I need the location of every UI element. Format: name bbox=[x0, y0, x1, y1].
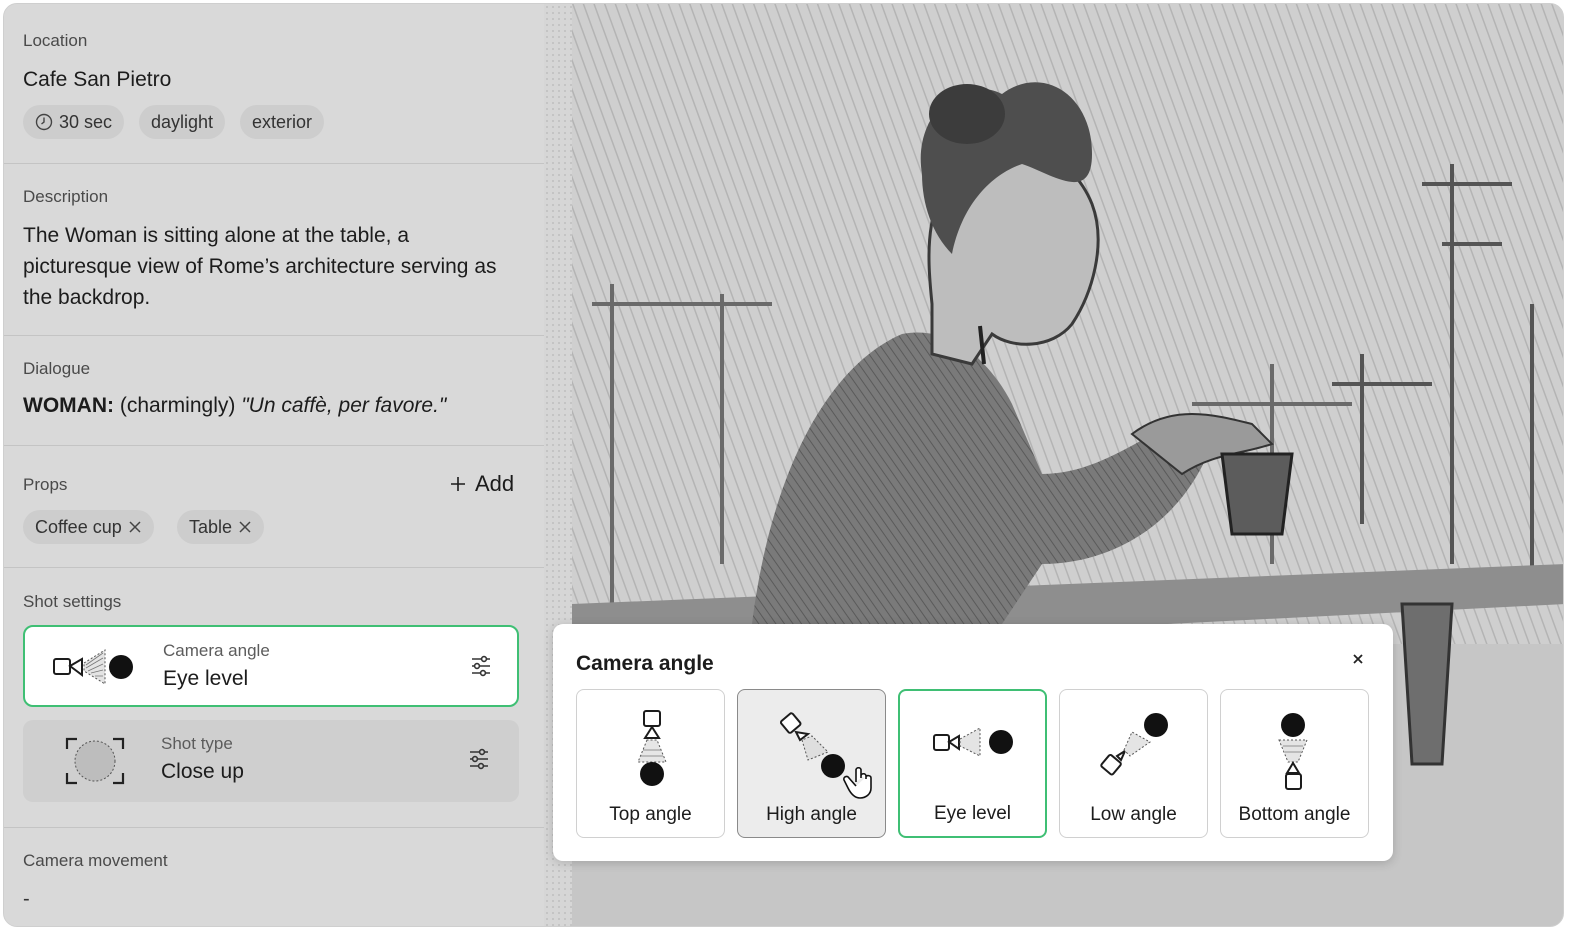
props-section: Props bbox=[4, 446, 544, 568]
time-of-day-label: daylight bbox=[151, 111, 214, 132]
shot-type-card[interactable]: Shot type Close up bbox=[23, 720, 519, 802]
description-text[interactable]: The Woman is sitting alone at the table,… bbox=[23, 220, 523, 313]
option-eye-level[interactable]: Eye level bbox=[898, 689, 1047, 838]
camera-angle-card[interactable]: Camera angle Eye level bbox=[23, 625, 519, 707]
setting-tag-label: exterior bbox=[252, 111, 313, 132]
plus-icon bbox=[451, 477, 465, 491]
clock-icon bbox=[35, 113, 53, 131]
shot-settings-label: Shot settings bbox=[23, 592, 122, 611]
dialogue-label: Dialogue bbox=[23, 359, 91, 378]
shot-type-value: Close up bbox=[161, 760, 244, 783]
location-name[interactable]: Cafe San Pietro bbox=[23, 68, 171, 92]
camera-movement-value[interactable]: - bbox=[23, 888, 30, 911]
add-prop-label: Add bbox=[475, 471, 515, 496]
camera-angle-label: Camera angle bbox=[163, 641, 270, 660]
prop-chip-table: Table bbox=[177, 510, 265, 544]
sliders-icon[interactable] bbox=[467, 747, 491, 771]
close-up-frame-icon bbox=[65, 737, 125, 785]
app-frame: Location Cafe San Pietro 30 sec daylight… bbox=[3, 3, 1564, 927]
sliders-icon[interactable] bbox=[469, 654, 493, 678]
dialogue-direction: (charmingly) bbox=[119, 394, 236, 417]
dialogue-text[interactable]: WOMAN: (charmingly) "Un caffè, per favor… bbox=[23, 394, 446, 418]
shot-type-label: Shot type bbox=[161, 734, 233, 753]
camera-angle-value: Eye level bbox=[163, 667, 249, 690]
low-angle-camera-icon bbox=[1100, 713, 1168, 776]
duration-tag[interactable]: 30 sec bbox=[23, 105, 125, 139]
scene-details-panel: Location Cafe San Pietro 30 sec daylight… bbox=[4, 4, 544, 926]
camera-angle-popover: Camera angle Top angle High angle Eye le… bbox=[553, 624, 1393, 861]
option-top-angle[interactable]: Top angle bbox=[576, 689, 725, 838]
add-prop-button[interactable]: Add bbox=[449, 471, 514, 497]
bottom-angle-camera-icon bbox=[1278, 713, 1308, 790]
props-label: Props bbox=[23, 475, 68, 494]
prop-chip-label: Coffee cup bbox=[35, 516, 122, 537]
location-label: Location bbox=[23, 31, 88, 50]
close-icon[interactable] bbox=[238, 520, 252, 534]
description-label: Description bbox=[23, 187, 109, 206]
duration-tag-label: 30 sec bbox=[59, 111, 113, 132]
option-label: Low angle bbox=[1090, 804, 1177, 825]
option-low-angle[interactable]: Low angle bbox=[1059, 689, 1208, 838]
close-icon[interactable] bbox=[128, 520, 142, 534]
option-label: High angle bbox=[766, 804, 857, 825]
prop-chip-label: Table bbox=[189, 516, 233, 537]
option-high-angle[interactable]: High angle bbox=[737, 689, 886, 838]
close-icon bbox=[1353, 654, 1363, 664]
option-bottom-angle[interactable]: Bottom angle bbox=[1220, 689, 1369, 838]
location-section: Location Cafe San Pietro 30 sec daylight… bbox=[4, 4, 544, 164]
time-of-day-tag[interactable]: daylight bbox=[139, 105, 226, 139]
setting-tag[interactable]: exterior bbox=[240, 105, 325, 139]
popover-close-button[interactable] bbox=[1344, 645, 1372, 673]
popover-title: Camera angle bbox=[576, 652, 714, 675]
prop-chip-coffee-cup: Coffee cup bbox=[23, 510, 154, 544]
option-label: Bottom angle bbox=[1238, 804, 1351, 825]
eye-level-camera-icon bbox=[933, 727, 1013, 757]
eye-level-camera-icon bbox=[53, 649, 133, 685]
option-label: Eye level bbox=[933, 803, 1012, 824]
dialogue-section: Dialogue bbox=[4, 336, 544, 446]
top-angle-camera-icon bbox=[637, 710, 667, 786]
dialogue-speaker: WOMAN: bbox=[23, 394, 114, 417]
option-label: Top angle bbox=[609, 804, 692, 825]
dialogue-line: "Un caffè, per favore." bbox=[241, 394, 447, 417]
camera-movement-label: Camera movement bbox=[23, 851, 168, 870]
high-angle-camera-icon bbox=[779, 712, 872, 799]
